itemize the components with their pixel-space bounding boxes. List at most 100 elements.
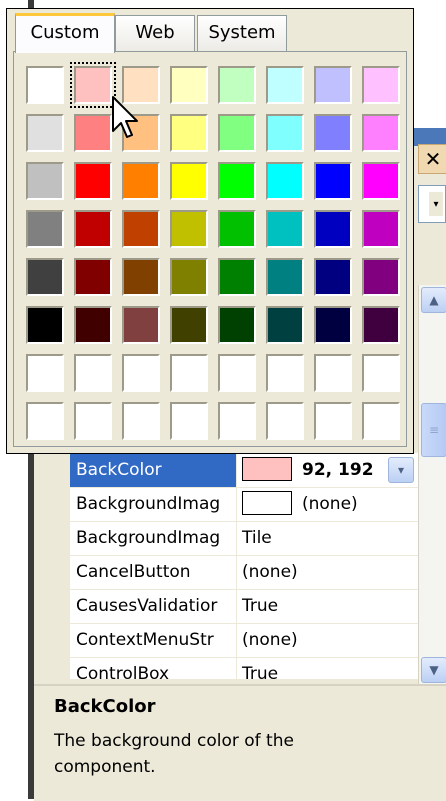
color-swatch-cell[interactable] — [218, 210, 256, 248]
color-swatch-cell[interactable] — [314, 114, 352, 152]
property-row-backgroundimage[interactable]: BackgroundImag (none) — [34, 487, 418, 522]
property-name[interactable]: ControlBox — [70, 657, 237, 679]
object-selector-dropdown[interactable]: ▾ — [418, 185, 446, 223]
color-swatch-cell[interactable] — [122, 306, 160, 344]
color-swatch-cell[interactable] — [218, 66, 256, 104]
color-swatch-cell[interactable] — [122, 258, 160, 296]
scroll-down-button[interactable]: ▼ — [421, 657, 446, 683]
color-swatch-cell[interactable] — [266, 66, 304, 104]
tab-custom[interactable]: Custom — [15, 13, 115, 53]
color-swatch-cell[interactable] — [266, 306, 304, 344]
color-swatch-cell[interactable] — [170, 258, 208, 296]
close-icon: ✕ — [424, 147, 442, 171]
color-swatch-cell[interactable] — [218, 114, 256, 152]
color-swatch-cell[interactable] — [74, 114, 112, 152]
property-row-causesvalidation[interactable]: CausesValidatior True — [34, 589, 418, 624]
color-swatch-cell[interactable] — [170, 354, 208, 392]
color-swatch-cell[interactable] — [26, 66, 64, 104]
color-swatch-cell[interactable] — [266, 210, 304, 248]
property-value[interactable]: True — [238, 589, 418, 623]
color-swatch-cell[interactable] — [122, 354, 160, 392]
property-row-contextmenustrip[interactable]: ContextMenuStr (none) — [34, 623, 418, 658]
color-swatch-cell[interactable] — [26, 354, 64, 392]
color-swatch-cell[interactable] — [314, 66, 352, 104]
scroll-up-button[interactable]: ▲ — [421, 287, 446, 313]
color-swatch-cell[interactable] — [362, 162, 400, 200]
tab-web[interactable]: Web — [115, 15, 195, 51]
property-name[interactable]: BackgroundImag — [70, 521, 237, 555]
color-swatch-cell[interactable] — [314, 306, 352, 344]
chevron-down-icon: ▾ — [397, 463, 405, 477]
color-swatch-cell[interactable] — [314, 402, 352, 440]
color-swatch-cell[interactable] — [266, 162, 304, 200]
color-swatch-cell[interactable] — [218, 306, 256, 344]
property-value-text: 92, 192 — [302, 460, 374, 480]
color-swatch-cell[interactable] — [74, 402, 112, 440]
color-swatch-cell[interactable] — [266, 402, 304, 440]
property-name[interactable]: BackgroundImag — [70, 487, 237, 521]
arrow-up-icon: ▲ — [429, 293, 439, 307]
color-swatch-cell[interactable] — [26, 402, 64, 440]
property-name[interactable]: CausesValidatior — [70, 589, 237, 623]
property-name[interactable]: BackColor — [70, 453, 237, 487]
color-swatch-cell[interactable] — [362, 66, 400, 104]
color-swatch-cell[interactable] — [362, 354, 400, 392]
color-swatch-cell[interactable] — [362, 258, 400, 296]
property-value[interactable]: (none) — [238, 487, 418, 521]
color-swatch-cell[interactable] — [314, 354, 352, 392]
description-panel: BackColor The background color of the co… — [34, 684, 446, 801]
color-swatch-cell[interactable] — [26, 210, 64, 248]
property-row-cancelbutton[interactable]: CancelButton (none) — [34, 555, 418, 590]
color-swatch-cell[interactable] — [218, 354, 256, 392]
color-swatch-cell[interactable] — [26, 258, 64, 296]
property-row-controlbox[interactable]: ControlBox True — [34, 657, 418, 679]
color-swatch-cell[interactable] — [122, 402, 160, 440]
property-row-backgroundimagelayout[interactable]: BackgroundImag Tile — [34, 521, 418, 556]
color-swatch-cell[interactable] — [122, 162, 160, 200]
property-grid-scrollbar[interactable]: ▲ ≡ ▼ — [418, 285, 446, 685]
color-swatch-cell[interactable] — [26, 162, 64, 200]
color-swatch-cell[interactable] — [362, 306, 400, 344]
color-swatch-cell[interactable] — [74, 354, 112, 392]
row-gutter — [34, 521, 70, 555]
color-swatch-cell[interactable] — [70, 62, 116, 108]
color-swatch-cell[interactable] — [218, 162, 256, 200]
color-swatch-cell[interactable] — [74, 210, 112, 248]
tab-system[interactable]: System — [197, 15, 287, 51]
property-value-text: (none) — [302, 494, 358, 514]
color-swatch-cell[interactable] — [74, 306, 112, 344]
color-swatch-cell[interactable] — [266, 258, 304, 296]
color-swatch-cell[interactable] — [170, 66, 208, 104]
color-swatch-cell[interactable] — [122, 210, 160, 248]
color-swatch-cell[interactable] — [26, 306, 64, 344]
property-value[interactable]: True — [238, 657, 418, 679]
color-swatch-cell[interactable] — [362, 402, 400, 440]
color-swatch-cell[interactable] — [170, 210, 208, 248]
color-swatch-cell[interactable] — [170, 114, 208, 152]
color-swatch-cell[interactable] — [74, 258, 112, 296]
property-value[interactable]: 92, 192 ▾ — [238, 453, 418, 487]
color-swatch-cell[interactable] — [314, 162, 352, 200]
color-swatch-cell[interactable] — [314, 210, 352, 248]
value-dropdown-button[interactable]: ▾ — [388, 457, 414, 483]
color-swatch-cell[interactable] — [170, 306, 208, 344]
property-value[interactable]: Tile — [238, 521, 418, 555]
property-value[interactable]: (none) — [238, 623, 418, 657]
color-swatch-cell[interactable] — [170, 402, 208, 440]
property-name[interactable]: CancelButton — [70, 555, 237, 589]
color-swatch-cell[interactable] — [218, 402, 256, 440]
color-swatch-cell[interactable] — [362, 114, 400, 152]
property-value[interactable]: (none) — [238, 555, 418, 589]
color-swatch-cell[interactable] — [266, 114, 304, 152]
scroll-thumb[interactable]: ≡ — [421, 403, 446, 457]
color-swatch-cell[interactable] — [314, 258, 352, 296]
color-swatch-cell[interactable] — [74, 162, 112, 200]
color-swatch-cell[interactable] — [362, 210, 400, 248]
color-swatch-cell[interactable] — [266, 354, 304, 392]
close-button[interactable]: ✕ — [418, 144, 446, 174]
color-swatch-cell[interactable] — [218, 258, 256, 296]
color-swatch-cell[interactable] — [26, 114, 64, 152]
property-name[interactable]: ContextMenuStr — [70, 623, 237, 657]
property-row-backcolor[interactable]: BackColor 92, 192 ▾ — [34, 453, 418, 488]
color-swatch-cell[interactable] — [170, 162, 208, 200]
